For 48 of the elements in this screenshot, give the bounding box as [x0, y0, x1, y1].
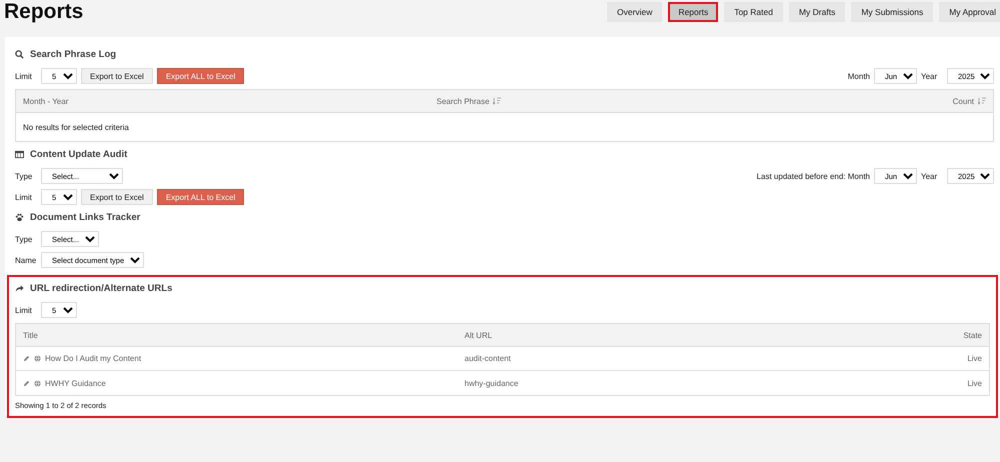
nav-tab[interactable]: Reports — [668, 2, 718, 22]
field-label: Limit — [15, 192, 33, 202]
nav-tab[interactable]: My Approval — [939, 2, 1000, 22]
section-title: URL redirection/Alternate URLs — [30, 283, 172, 294]
table-cell-text: hwhy-guidance — [464, 378, 520, 388]
export-button[interactable]: Export to Excel — [81, 189, 153, 205]
export-all-button[interactable]: Export ALL to Excel — [156, 68, 244, 84]
field-label: Type — [15, 234, 34, 244]
column-header[interactable]: Search Phrase — [430, 96, 843, 106]
table-cell-text: audit-content — [464, 354, 512, 363]
empty-message: No results for selected criteria — [22, 122, 130, 134]
field-label: Last updated before end: Month — [756, 172, 870, 180]
search-icon — [15, 50, 24, 59]
section-title: Content Update Audit — [30, 149, 128, 160]
nav-tab[interactable]: Top Rated — [724, 2, 783, 22]
field-label: Limit — [15, 72, 33, 80]
nav-tab[interactable]: My Drafts — [788, 2, 846, 22]
field-label: Year — [921, 72, 938, 80]
page-title-link[interactable]: How Do I Audit my Content — [45, 354, 142, 363]
paw-icon — [15, 213, 24, 222]
page-title-link[interactable]: HWHY Guidance — [45, 378, 106, 388]
page-title: Reports — [4, 0, 84, 24]
table-cell-text: Live — [966, 378, 983, 388]
nav-tab[interactable]: My Submissions — [851, 2, 934, 22]
column-header: State — [962, 330, 983, 340]
globe-icon[interactable] — [34, 380, 41, 386]
table-cell-text: Live — [966, 354, 983, 363]
field-label: Year — [921, 172, 938, 180]
sort-icon — [978, 97, 986, 105]
field-label: Limit — [15, 306, 33, 314]
column-header: Title — [22, 330, 39, 340]
section-title: Search Phrase Log — [30, 49, 116, 60]
globe-icon[interactable] — [34, 355, 41, 362]
column-header: Alt URL — [464, 330, 494, 340]
share-arrow-icon — [15, 284, 24, 293]
section-title: Document Links Tracker — [30, 212, 140, 223]
column-header[interactable]: Count — [843, 96, 993, 106]
field-label: Month — [848, 72, 870, 80]
sort-icon — [493, 97, 502, 105]
column-header: Month - Year — [22, 96, 70, 106]
pencil-icon[interactable] — [23, 355, 30, 362]
field-label: Type — [15, 172, 34, 180]
export-all-button[interactable]: Export ALL to Excel — [156, 189, 244, 205]
export-button[interactable]: Export to Excel — [81, 68, 153, 84]
field-label: Name — [15, 256, 37, 264]
nav-tab[interactable]: Overview — [607, 2, 662, 22]
pencil-icon[interactable] — [23, 380, 30, 386]
calendar-icon — [15, 150, 24, 159]
